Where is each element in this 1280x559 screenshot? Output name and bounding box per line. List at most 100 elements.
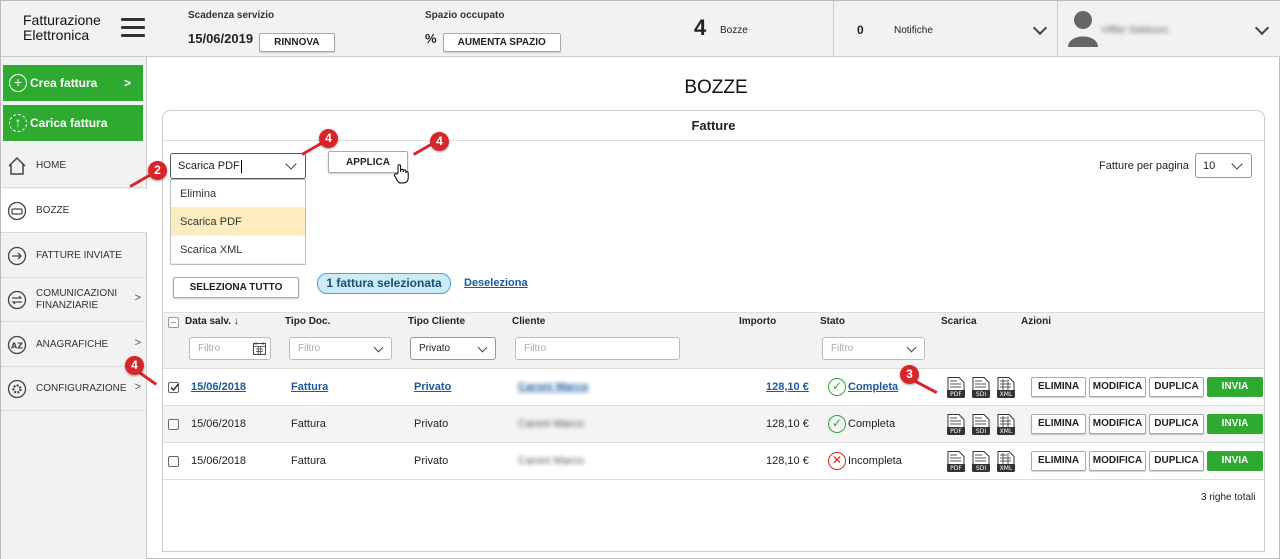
dropdown-option-scarica-pdf[interactable]: Scarica PDF (171, 208, 305, 236)
row-tipo-cliente: Privato (414, 455, 449, 467)
row-stato: Completa (848, 418, 896, 430)
sidebar-item-bozze[interactable]: BOZZE (1, 189, 147, 233)
hamburger-menu-icon[interactable] (121, 18, 145, 38)
row-importo: 128,10 € (766, 455, 809, 467)
x-circle-icon: ✕ (828, 452, 846, 470)
col-data-salv[interactable]: Data salv. ↓ (185, 316, 239, 327)
exchange-circle-icon (7, 290, 27, 310)
sidebar-item-configurazione[interactable]: CONFIGURAZIONE > (1, 367, 147, 411)
svg-text:PDF: PDF (950, 465, 962, 472)
elimina-button[interactable]: ELIMINA (1031, 377, 1086, 397)
dropdown-option-scarica-xml[interactable]: Scarica XML (171, 236, 305, 264)
chevron-down-icon (1231, 158, 1243, 170)
table-row[interactable]: 15/06/2018 Fattura Privato Caroni Marco … (163, 443, 1264, 480)
col-stato[interactable]: Stato (820, 316, 845, 327)
row-tipo-doc[interactable]: Fattura (291, 381, 328, 393)
per-page-select[interactable]: 10 (1195, 153, 1252, 178)
sdi-file-icon[interactable]: SDI (972, 377, 990, 398)
svg-text:AZ: AZ (11, 342, 23, 351)
stato-filter-select[interactable]: Filtro (822, 337, 925, 360)
pdf-file-icon[interactable]: PDF (947, 414, 965, 435)
row-date[interactable]: 15/06/2018 (191, 381, 246, 393)
table-header: Data salv. ↓ Tipo Doc. Tipo Cliente Clie… (163, 312, 1264, 369)
plus-circle-icon: + (9, 74, 27, 92)
drafts-label[interactable]: Bozze (720, 25, 748, 36)
invia-button[interactable]: INVIA (1207, 451, 1263, 471)
tipo-doc-filter-select[interactable]: Filtro (289, 337, 392, 360)
rinnova-button[interactable]: RINNOVA (259, 33, 335, 53)
storage-percent: % (425, 31, 437, 46)
col-cliente[interactable]: Cliente (512, 316, 545, 327)
deseleziona-link[interactable]: Deseleziona (464, 277, 528, 289)
carica-fattura-button[interactable]: ↑ Carica fattura (3, 105, 143, 141)
col-importo[interactable]: Importo (739, 316, 776, 327)
row-cliente: Caroni Marco (518, 418, 585, 430)
duplica-button[interactable]: DUPLICA (1149, 414, 1204, 434)
bulk-action-select[interactable]: Scarica PDF (170, 153, 306, 179)
cliente-filter-input[interactable]: Filtro (515, 337, 680, 360)
col-tipo-cliente[interactable]: Tipo Cliente (408, 316, 465, 327)
sidebar-item-comunicazioni-finanziarie[interactable]: COMUNICAZIONI FINANZIARIE > (1, 278, 147, 322)
elimina-button[interactable]: ELIMINA (1031, 451, 1086, 471)
sdi-file-icon[interactable]: SDI (972, 414, 990, 435)
notifications-label[interactable]: Notifiche (894, 25, 933, 36)
row-stato[interactable]: Completa (848, 381, 898, 393)
total-rows-count: 3 righe totali (1201, 492, 1256, 503)
chevron-down-icon (906, 342, 917, 353)
dropdown-option-elimina[interactable]: Elimina (171, 180, 305, 208)
notifications-chevron-down-icon[interactable] (1032, 20, 1048, 36)
date-filter-input[interactable]: Filtro (189, 337, 271, 360)
row-tipo-doc: Fattura (291, 455, 326, 467)
chevron-right-icon: > (134, 337, 141, 349)
row-date: 15/06/2018 (191, 418, 247, 430)
row-tipo-cliente[interactable]: Privato (414, 381, 451, 393)
aumenta-spazio-button[interactable]: AUMENTA SPAZIO (442, 33, 561, 53)
xml-file-icon[interactable]: XML (997, 451, 1015, 472)
modifica-button[interactable]: MODIFICA (1089, 377, 1146, 397)
duplica-button[interactable]: DUPLICA (1149, 451, 1204, 471)
modifica-button[interactable]: MODIFICA (1089, 451, 1146, 471)
annotation-marker: 4 (319, 129, 338, 148)
annotation-marker: 4 (125, 356, 144, 375)
user-name[interactable]: Viffite Siddsoro (1101, 25, 1168, 36)
user-avatar-icon[interactable] (1067, 9, 1099, 47)
svg-text:PDF: PDF (950, 391, 962, 398)
sidebar-item-home[interactable]: HOME (1, 144, 147, 188)
xml-file-icon[interactable]: XML (997, 414, 1015, 435)
duplica-button[interactable]: DUPLICA (1149, 377, 1204, 397)
row-checkbox[interactable] (168, 382, 180, 393)
xml-file-icon[interactable]: XML (997, 377, 1015, 398)
pdf-file-icon[interactable]: PDF (947, 451, 965, 472)
row-checkbox[interactable] (168, 419, 179, 430)
elimina-button[interactable]: ELIMINA (1031, 414, 1086, 434)
user-menu-chevron-down-icon[interactable] (1254, 20, 1270, 36)
modifica-button[interactable]: MODIFICA (1089, 414, 1146, 434)
calendar-icon[interactable] (253, 342, 266, 355)
row-importo: 128,10 € (766, 418, 809, 430)
table-row[interactable]: 15/06/2018 Fattura Privato Caroni Marco … (163, 406, 1264, 443)
select-all-checkbox[interactable] (168, 317, 179, 328)
seleziona-tutto-button[interactable]: SELEZIONA TUTTO (173, 277, 299, 298)
app-logo[interactable]: Fatturazione Elettronica (23, 13, 101, 43)
sidebar-item-fatture-inviate[interactable]: FATTURE INVIATE (1, 234, 147, 278)
table-row[interactable]: 15/06/2018 Fattura Privato Caroni Marco … (163, 369, 1264, 406)
tipo-cliente-filter-select[interactable]: Privato (410, 337, 496, 360)
drafts-count[interactable]: 4 (694, 15, 706, 41)
row-importo[interactable]: 128,10 € (766, 381, 809, 393)
invia-button[interactable]: INVIA (1207, 414, 1263, 434)
chevron-right-icon: > (134, 292, 141, 304)
row-cliente[interactable]: Caroni Marco (518, 381, 588, 393)
crea-fattura-button[interactable]: + Crea fattura > (3, 65, 143, 101)
col-scarica: Scarica (941, 316, 977, 327)
sdi-file-icon[interactable]: SDI (972, 451, 990, 472)
app-window: Fatturazione Elettronica Scadenza serviz… (0, 0, 1280, 559)
pdf-file-icon[interactable]: PDF (947, 377, 965, 398)
notifications-count[interactable]: 0 (857, 23, 864, 37)
invia-button[interactable]: INVIA (1207, 377, 1263, 397)
col-tipo-doc[interactable]: Tipo Doc. (285, 316, 330, 327)
row-checkbox[interactable] (168, 456, 179, 467)
annotation-marker: 3 (900, 365, 919, 384)
check-circle-icon: ✓ (828, 378, 846, 396)
arrow-right-circle-icon (7, 246, 27, 266)
hand-cursor-icon (393, 164, 409, 184)
